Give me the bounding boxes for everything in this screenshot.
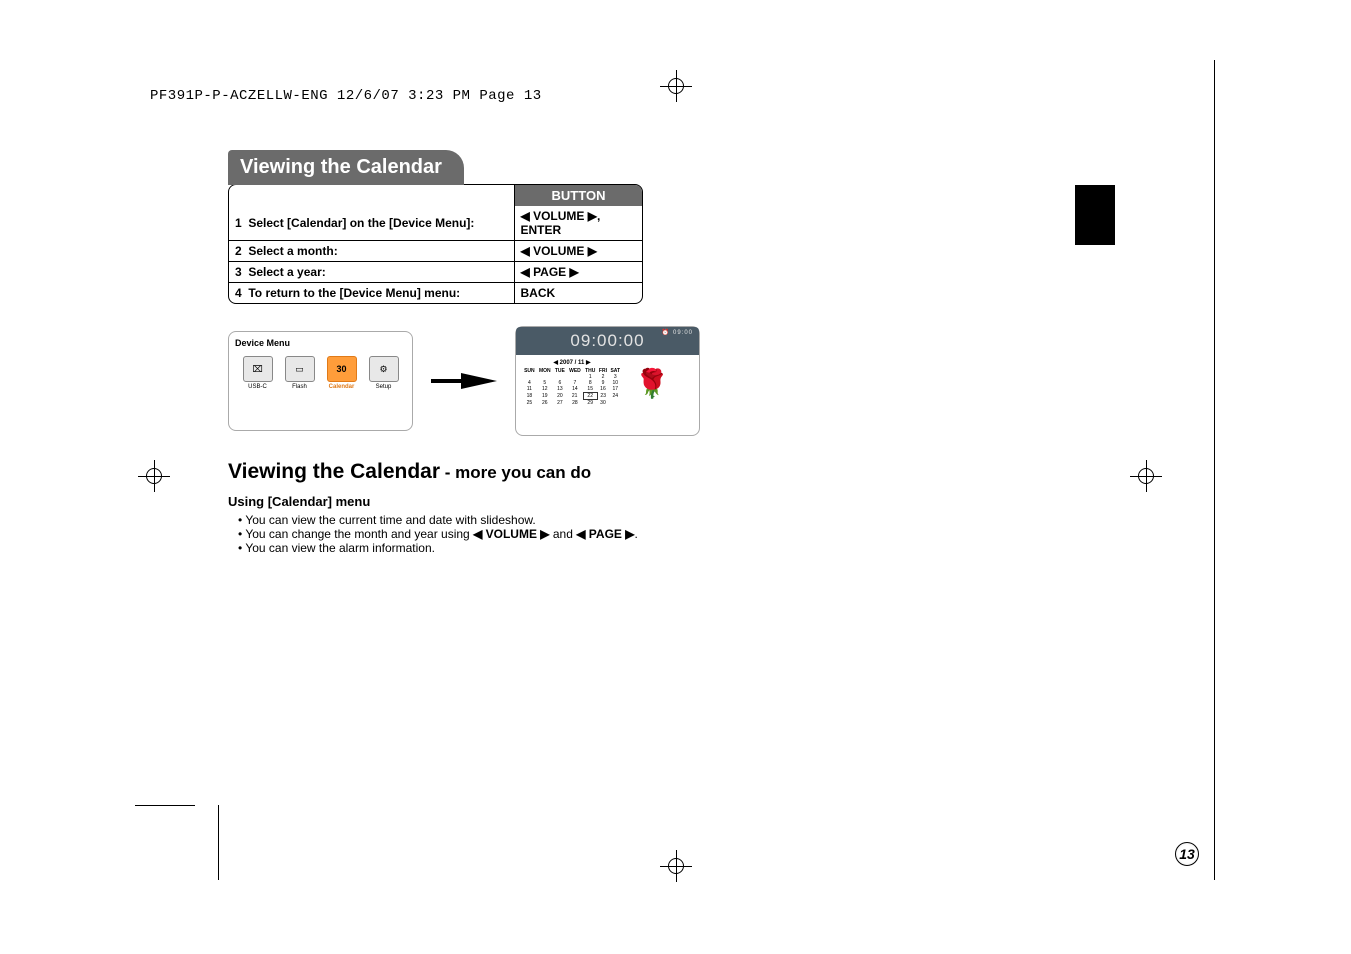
cal-day: 18 [522,393,537,400]
step-button: ◀ VOLUME ▶ [521,244,597,258]
cal-day: 30 [597,400,608,407]
step-text: Select a year: [248,265,325,279]
gear-icon: ⚙ [369,356,399,382]
step-row: 4 To return to the [Device Menu] menu: B… [229,283,642,304]
using-heading: Using [Calendar] menu [228,494,878,509]
step-text: Select a month: [248,244,337,258]
cal-day: 20 [553,393,567,400]
slideshow-image: 🌹 [628,359,676,407]
calendar-month-label: ◀ 2007 / 11 ▶ [522,359,622,366]
bullet-list: You can view the current time and date w… [238,513,878,555]
clock-display: 09:00:00 ⏰ 09:00 [516,327,699,355]
arrow-icon [431,373,497,389]
page-number: 13 [1175,842,1199,866]
cal-day: 25 [522,400,537,407]
device-menu-item: ▭ Flash [282,356,318,390]
bullet-item: You can view the alarm information. [238,541,878,555]
steps-table: BUTTON 1 Select [Calendar] on the [Devic… [228,184,643,304]
bullet-item: You can view the current time and date w… [238,513,878,527]
calendar-icon: 30 [327,356,357,382]
device-menu-label: Flash [292,384,307,390]
step-button: BACK [521,286,556,300]
regmark-bottom [660,850,692,882]
alarm-icon: ⏰ 09:00 [662,330,693,337]
device-menu-label: USB-C [248,384,267,390]
button-column-header: BUTTON [514,185,642,206]
step-number: 4 [235,286,242,300]
subtitle-main: Viewing the Calendar [228,460,440,483]
cal-day-selected: 22 [583,393,597,400]
bullet-text: You can change the month and year using [245,527,473,541]
step-row: 3 Select a year: ◀ PAGE ▶ [229,262,642,283]
regmark-left [138,460,170,492]
weekday-header: MON [537,368,553,374]
bullet-text: You can view the current time and date w… [245,513,535,527]
regmark-top [660,70,692,102]
device-menu-item-selected: 30 Calendar [324,356,360,390]
step-text: To return to the [Device Menu] menu: [248,286,460,300]
step-number: 1 [235,216,242,230]
calendar-screenshot: 09:00:00 ⏰ 09:00 ◀ 2007 / 11 ▶ SUN MON T… [515,326,700,436]
step-row: 1 Select [Calendar] on the [Device Menu]… [229,206,642,241]
step-number: 2 [235,244,242,258]
device-menu-item: ⌧ USB-C [240,356,276,390]
subtitle-more: - more you can do [440,463,591,482]
step-number: 3 [235,265,242,279]
flash-icon: ▭ [285,356,315,382]
weekday-header: WED [567,368,583,374]
prepress-header: PF391P-P-ACZELLW-ENG 12/6/07 3:23 PM Pag… [150,88,542,104]
page-content: Viewing the Calendar BUTTON 1 Select [Ca… [228,150,878,555]
crop-mark [218,805,219,880]
step-row: 2 Select a month: ◀ VOLUME ▶ [229,241,642,262]
device-menu-screenshot: Device Menu ⌧ USB-C ▭ Flash 30 Calendar … [228,331,413,431]
step-button: ◀ PAGE ▶ [521,265,579,279]
cal-day: 21 [567,393,583,400]
device-menu-item: ⚙ Setup [366,356,402,390]
device-menu-label: Calendar [329,384,355,390]
bullet-item: You can change the month and year using … [238,527,878,541]
cal-day: 19 [537,393,553,400]
section-title: Viewing the Calendar [228,150,464,185]
bullet-text: . [634,527,637,541]
device-menu-label: Setup [376,384,392,390]
regmark-right [1130,460,1162,492]
subsection-title: Viewing the Calendar - more you can do [228,460,878,484]
bullet-text: and [550,527,577,541]
step-button: ◀ VOLUME ▶ [521,209,597,223]
bullet-text: You can view the alarm information. [245,541,435,555]
crop-mark [135,805,195,806]
cal-day: 29 [583,400,597,407]
device-menu-title: Device Menu [235,338,406,348]
weekday-header: TUE [553,368,567,374]
cal-day: 26 [537,400,553,407]
cal-day: 24 [609,393,622,400]
weekday-header: SUN [522,368,537,374]
cal-day [609,400,622,407]
bullet-bold: ◀ VOLUME ▶ [473,527,549,541]
cal-day: 27 [553,400,567,407]
cal-day: 23 [597,393,608,400]
screenshot-row: Device Menu ⌧ USB-C ▭ Flash 30 Calendar … [228,326,878,436]
clock-time: 09:00:00 [570,331,644,351]
calendar-grid: ◀ 2007 / 11 ▶ SUN MON TUE WED THU FRI SA… [522,359,622,407]
bleed-tab [1075,185,1115,245]
bullet-bold: ◀ PAGE ▶ [576,527,634,541]
cal-day: 28 [567,400,583,407]
usb-icon: ⌧ [243,356,273,382]
step-text: Select [Calendar] on the [Device Menu]: [248,216,474,230]
